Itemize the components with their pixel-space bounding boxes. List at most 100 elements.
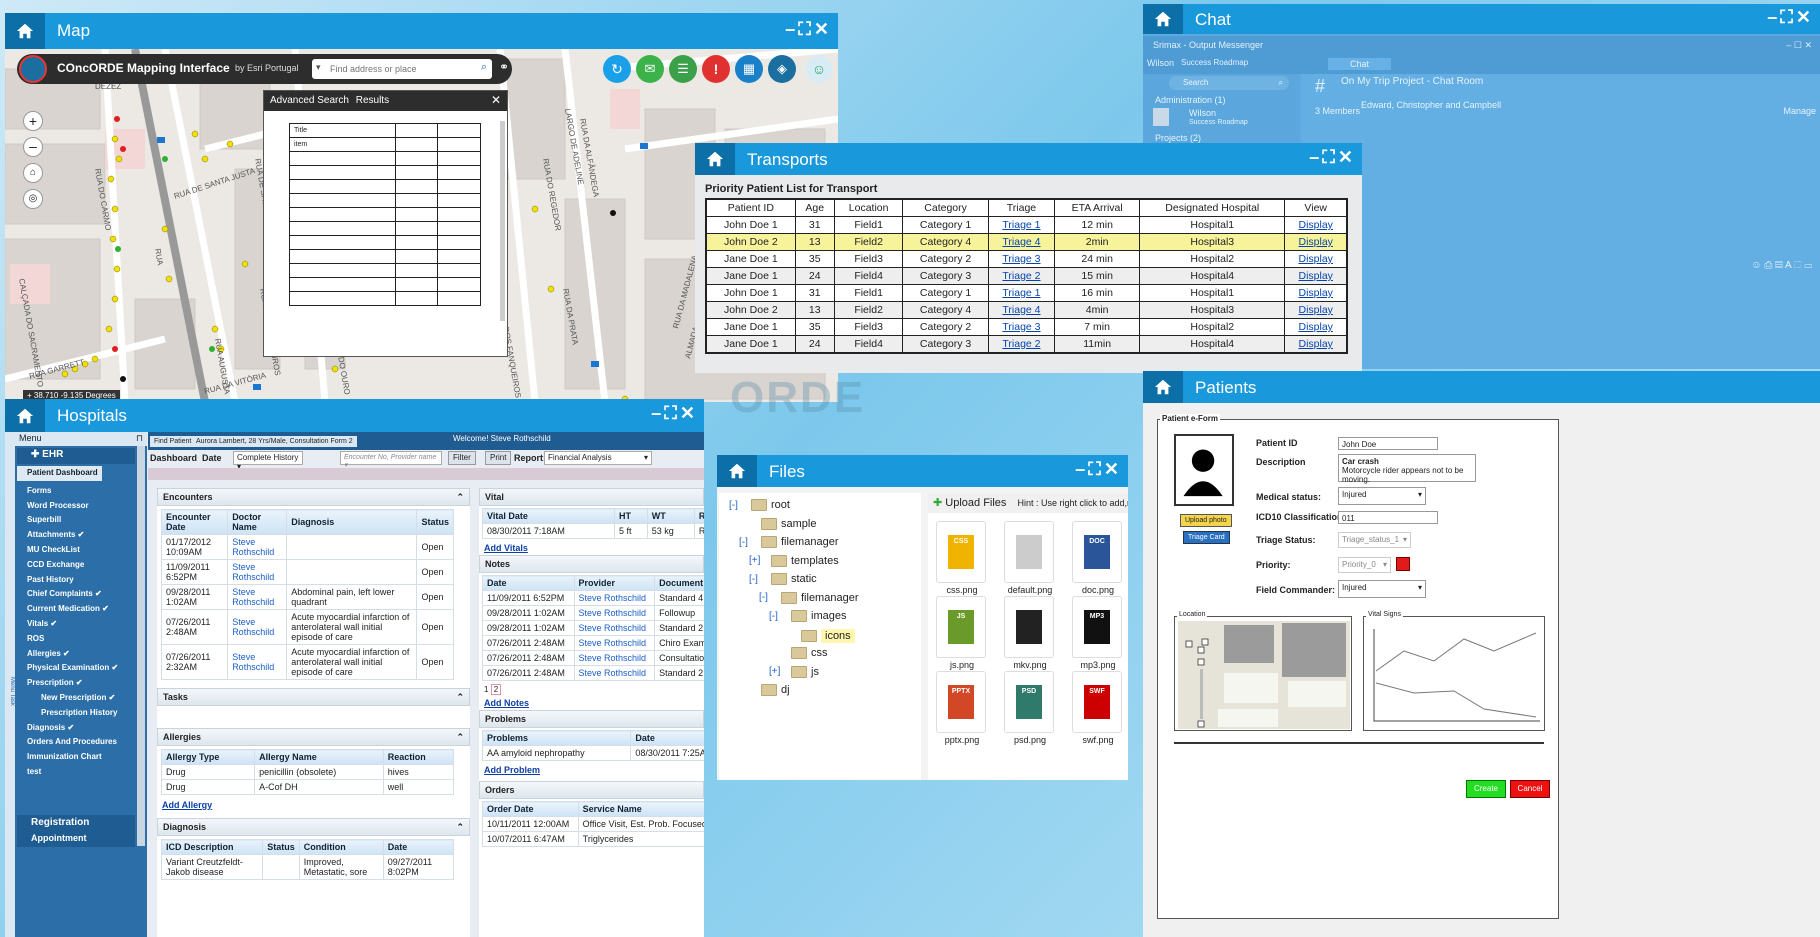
sidebar-item[interactable]: MU CheckList bbox=[17, 543, 135, 558]
list-icon[interactable]: ☰ bbox=[669, 55, 697, 83]
sidebar-item[interactable]: Past History bbox=[17, 573, 135, 588]
table-row[interactable]: 07/26/2011 2:48AM Steve Rothschild Acute m… bbox=[160, 609, 454, 645]
filter-button[interactable]: Filter bbox=[448, 451, 476, 465]
table-row[interactable]: Jane Doe 1 24 Field4 Category 3 Triage 2 15 m… bbox=[705, 267, 1348, 285]
table-cell[interactable]: Steve Rothschild bbox=[227, 609, 288, 645]
grid-icon[interactable]: ▦ bbox=[735, 55, 763, 83]
collapse-icon[interactable]: ⌃ bbox=[456, 492, 464, 503]
home-icon[interactable] bbox=[695, 143, 735, 175]
table-row[interactable]: 08/30/2011 7:18AM5 ft53 kgRites bbox=[481, 523, 704, 539]
table-row[interactable]: AA amyloid nephropathy 08/30/2011 7:25A bbox=[481, 745, 704, 761]
triage-card-button[interactable]: Triage Card bbox=[1183, 531, 1230, 544]
priority-select[interactable]: Priority_0 ▾ bbox=[1338, 557, 1391, 573]
problems-section-header[interactable]: Problems bbox=[479, 710, 704, 728]
table-cell[interactable]: Display bbox=[1284, 284, 1348, 302]
table-row[interactable]: 11/09/2011 6:52PM Steve Rothschild Open bbox=[160, 559, 454, 585]
table-row[interactable]: John Doe 2 13 Field2 Category 4 Triage 4 2min… bbox=[705, 233, 1348, 251]
fullscreen-icon[interactable]: ⛶ bbox=[1088, 459, 1102, 479]
table-cell[interactable]: Steve Rothschild bbox=[573, 605, 656, 621]
table-row[interactable]: 09/28/2011 1:02AM Steve Rothschild Standar… bbox=[482, 620, 704, 636]
tree-toggle[interactable]: [+] bbox=[769, 666, 787, 677]
fullscreen-icon[interactable]: ⛶ bbox=[664, 403, 678, 423]
home-icon[interactable] bbox=[5, 13, 45, 49]
collapse-icon[interactable]: ⌃ bbox=[456, 692, 464, 703]
tree-node[interactable]: sample bbox=[739, 517, 816, 530]
tree-node[interactable]: [-] filemanager bbox=[759, 591, 858, 604]
sidebar-item[interactable]: Attachments ✔ bbox=[17, 528, 135, 543]
sidebar-item[interactable]: Immunization Chart bbox=[17, 750, 135, 765]
sidebar-item[interactable]: Superbill bbox=[17, 513, 135, 528]
tab-patient[interactable]: Aurora Lambert, 28 Yrs/Male, Consultatio… bbox=[192, 436, 357, 447]
refresh-icon[interactable]: ↻ bbox=[603, 55, 631, 83]
sidebar-item[interactable]: Chief Complaints ✔ bbox=[17, 587, 135, 602]
cancel-button[interactable]: Cancel bbox=[1510, 780, 1550, 798]
page-link[interactable]: 2 bbox=[490, 684, 502, 695]
table-cell[interactable]: Steve Rothschild bbox=[227, 534, 288, 560]
table-cell[interactable]: Steve Rothschild bbox=[227, 644, 288, 680]
table-row[interactable]: 09/28/2011 1:02AM Steve Rothschild Followu… bbox=[482, 605, 704, 621]
search-dropdown-icon[interactable]: ▾ bbox=[316, 62, 321, 73]
table-cell[interactable]: Display bbox=[1284, 250, 1348, 268]
results-tab[interactable]: Results bbox=[356, 95, 389, 106]
table-cell[interactable]: Display bbox=[1284, 318, 1348, 336]
tree-node[interactable]: [-] static bbox=[749, 573, 817, 585]
file-tile[interactable]: DOC doc.png bbox=[1072, 521, 1124, 595]
contact-group[interactable]: Projects (2) bbox=[1155, 133, 1201, 143]
file-tile[interactable]: JS js.png bbox=[936, 596, 988, 670]
search-input[interactable]: Search bbox=[1183, 78, 1208, 87]
window-minmax-icons[interactable]: – ☐ ✕ bbox=[1786, 40, 1812, 51]
allergies-section-header[interactable]: Allergies ⌃ bbox=[157, 728, 470, 746]
sidebar-item[interactable]: CCD Exchange bbox=[17, 558, 135, 573]
table-row[interactable]: Jane Doe 1 35 Field3 Category 2 Triage 3 24 m… bbox=[705, 250, 1348, 268]
search-box[interactable]: Search ⌕ bbox=[1169, 76, 1289, 90]
tree-node[interactable]: icons bbox=[779, 628, 855, 643]
home-icon[interactable] bbox=[1143, 371, 1183, 403]
zoom-out-button[interactable]: – bbox=[23, 137, 43, 157]
tree-toggle[interactable]: [-] bbox=[729, 500, 747, 511]
sidebar-item[interactable]: Word Processor bbox=[17, 499, 135, 514]
tree-node[interactable]: dj bbox=[739, 684, 790, 696]
sidebar-item[interactable]: test bbox=[17, 765, 135, 780]
add-allergy-link[interactable]: Add Allergy bbox=[157, 798, 470, 812]
report-select[interactable]: Financial Analysis ▾ bbox=[544, 451, 652, 465]
tab-find-patient[interactable]: Find Patient bbox=[150, 436, 196, 447]
table-row[interactable]: 10/07/2011 6:47AM Triglycerides bbox=[482, 831, 704, 847]
location-map[interactable] bbox=[1178, 621, 1350, 729]
search-input[interactable] bbox=[330, 61, 465, 77]
table-row[interactable]: 07/26/2011 2:48AM Steve Rothschild Consult… bbox=[482, 650, 704, 666]
home-icon[interactable] bbox=[717, 455, 757, 487]
table-cell[interactable]: Triage 1 bbox=[987, 284, 1056, 302]
sidebar-item[interactable]: Orders And Procedures bbox=[17, 735, 135, 750]
description-field[interactable]: Car crash Motorcycle rider appears not t… bbox=[1338, 454, 1476, 484]
home-icon[interactable] bbox=[1143, 4, 1183, 34]
minimize-icon[interactable]: – bbox=[1309, 147, 1320, 167]
date-select[interactable]: Complete History ▾ bbox=[233, 451, 303, 471]
file-tile[interactable]: mkv.png bbox=[1004, 596, 1056, 670]
minimize-icon[interactable]: – bbox=[651, 403, 662, 423]
zoom-in-button[interactable]: + bbox=[23, 111, 43, 131]
close-icon[interactable]: ✕ bbox=[1796, 7, 1812, 27]
collapse-icon[interactable]: ⌃ bbox=[456, 822, 464, 833]
table-cell[interactable]: Steve Rothschild bbox=[573, 635, 656, 651]
table-cell[interactable]: Triage 3 bbox=[987, 318, 1056, 336]
upload-photo-button[interactable]: Upload photo bbox=[1180, 514, 1232, 527]
table-row[interactable]: 07/26/2011 2:48AM Steve Rothschild Standar… bbox=[482, 665, 704, 681]
vital-section-header[interactable]: Vital bbox=[479, 488, 704, 506]
sidebar-item[interactable]: Vitals ✔ bbox=[17, 617, 135, 632]
table-row[interactable]: Variant Creutzfeldt-Jakob disease Improve… bbox=[160, 854, 455, 880]
sidebar-item-registration[interactable]: Registration bbox=[17, 815, 135, 831]
contact-group[interactable]: Administration (1) bbox=[1155, 95, 1226, 105]
tasks-section-header[interactable]: Tasks ⌃ bbox=[157, 688, 470, 706]
tree-toggle[interactable]: [-] bbox=[739, 537, 757, 548]
sidebar-item[interactable]: New Prescription ✔ bbox=[17, 691, 135, 706]
sidebar-item[interactable]: Prescription ✔ bbox=[17, 676, 135, 691]
sidebar-item[interactable]: Forms bbox=[17, 484, 135, 499]
sidebar-item[interactable]: Physical Examination ✔ bbox=[17, 661, 135, 676]
table-cell[interactable]: Steve Rothschild bbox=[573, 650, 656, 666]
tree-node[interactable]: [-] images bbox=[769, 610, 846, 622]
create-button[interactable]: Create bbox=[1466, 780, 1506, 798]
table-cell[interactable]: Triage 2 bbox=[987, 335, 1056, 354]
table-cell[interactable]: Steve Rothschild bbox=[227, 584, 288, 610]
tree-toggle[interactable]: [+] bbox=[749, 555, 767, 566]
sidebar-item[interactable]: Prescription History bbox=[17, 706, 135, 721]
